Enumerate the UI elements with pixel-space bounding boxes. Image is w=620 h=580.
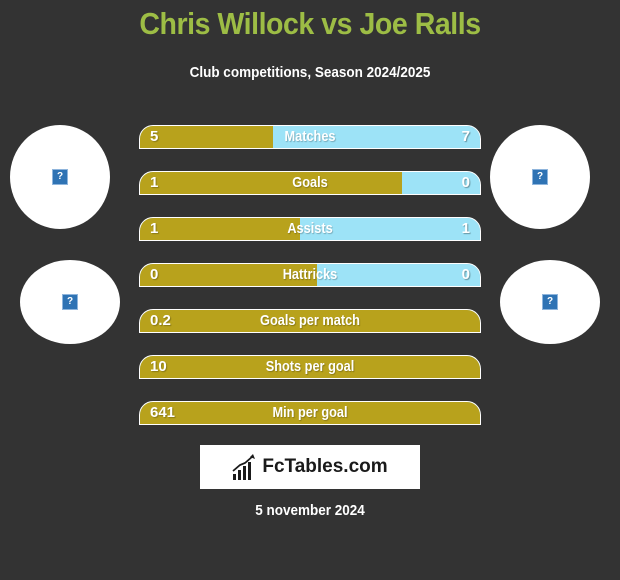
left-player-value: 0.2 bbox=[150, 312, 171, 329]
left-player-value: 10 bbox=[150, 358, 167, 375]
stat-label: Hattricks bbox=[282, 266, 338, 283]
stat-bar-goals: Goals 1 0 bbox=[139, 171, 481, 195]
stat-label: Matches bbox=[284, 128, 336, 145]
stat-label: Goals per match bbox=[260, 312, 360, 329]
right-club-logo[interactable]: ? bbox=[500, 260, 600, 344]
bar-chart-icon bbox=[232, 454, 256, 480]
left-player-value: 1 bbox=[150, 220, 159, 237]
stat-label: Goals bbox=[292, 174, 328, 191]
left-player-value: 1 bbox=[150, 174, 159, 191]
left-player-value: 641 bbox=[150, 404, 176, 421]
stat-label: Min per goal bbox=[272, 404, 348, 421]
right-player-value: 7 bbox=[461, 128, 470, 145]
stat-bar-hattricks: Hattricks 0 0 bbox=[139, 263, 481, 287]
broken-image-icon: ? bbox=[62, 294, 78, 310]
right-player-value: 1 bbox=[461, 220, 470, 237]
left-club-logo[interactable]: ? bbox=[20, 260, 120, 344]
broken-image-icon: ? bbox=[532, 169, 548, 185]
logo-text: FcTables.com bbox=[262, 456, 388, 477]
stat-bar-matches: Matches 5 7 bbox=[139, 125, 481, 149]
left-player-value: 0 bbox=[150, 266, 159, 283]
broken-image-icon: ? bbox=[52, 169, 68, 185]
fctables-logo[interactable]: FcTables.com bbox=[200, 445, 420, 489]
page-subtitle: Club competitions, Season 2024/2025 bbox=[189, 64, 431, 81]
stat-bar-shots-per-goal: Shots per goal 10 bbox=[139, 355, 481, 379]
right-player-avatar[interactable]: ? bbox=[490, 125, 590, 229]
stat-bar-goals-per-match: Goals per match 0.2 bbox=[139, 309, 481, 333]
stat-bar-assists: Assists 1 1 bbox=[139, 217, 481, 241]
stat-label: Shots per goal bbox=[265, 358, 355, 375]
right-player-value: 0 bbox=[461, 174, 470, 191]
page-title: Chris Willock vs Joe Ralls bbox=[139, 6, 481, 41]
left-player-avatar[interactable]: ? bbox=[10, 125, 110, 229]
broken-image-icon: ? bbox=[542, 294, 558, 310]
stat-label: Assists bbox=[287, 220, 333, 237]
right-player-value: 0 bbox=[461, 266, 470, 283]
report-date: 5 november 2024 bbox=[255, 502, 365, 519]
stat-bar-min-per-goal: Min per goal 641 bbox=[139, 401, 481, 425]
left-player-value: 5 bbox=[150, 128, 159, 145]
